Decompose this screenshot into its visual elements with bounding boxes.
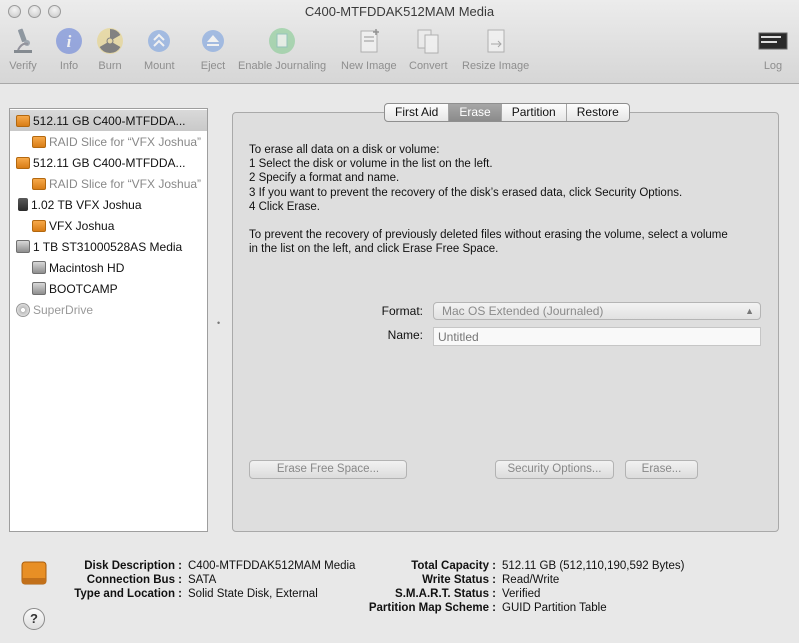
instruction-line: 3 If you want to prevent the recovery of… (249, 186, 683, 199)
instruction-line: 4 Click Erase. (249, 200, 320, 213)
details-right-keys: Total Capacity : Write Status : S.M.A.R.… (350, 559, 496, 617)
raid-icon (18, 198, 28, 211)
eject-label: Eject (200, 60, 226, 72)
info-button[interactable]: i Info (54, 26, 84, 76)
orange-disk-icon (32, 177, 46, 190)
details-left-values: C400-MTFDDAK512MAM Media SATA Solid Stat… (188, 559, 368, 603)
convert-icon (417, 29, 439, 54)
detail-value: Read/Write (502, 574, 560, 586)
erase-button[interactable]: Erase... (625, 460, 698, 479)
split-view-handle[interactable]: • (217, 318, 220, 328)
detail-key: Connection Bus : (86, 574, 182, 586)
sidebar-item-raid-slice-2[interactable]: RAID Slice for “VFX Joshua” (10, 173, 207, 194)
sidebar-item-macintosh-hd[interactable]: Macintosh HD (10, 257, 207, 278)
detail-value: GUID Partition Table (502, 602, 607, 614)
name-field[interactable] (433, 327, 761, 346)
svg-text:i: i (67, 32, 72, 51)
detail-value: Solid State Disk, External (188, 588, 318, 600)
mount-button[interactable]: Mount (144, 26, 175, 76)
format-select[interactable]: Mac OS Extended (Journaled) ▲ (433, 302, 761, 320)
detail-key: Write Status : (422, 574, 496, 586)
convert-button[interactable]: Convert (409, 26, 448, 76)
erase-free-space-button[interactable]: Erase Free Space... (249, 460, 407, 479)
erase-pane: To erase all data on a disk or volume: 1… (232, 112, 779, 532)
selected-disk-icon (21, 561, 47, 585)
sidebar-item-raid-slice-1[interactable]: RAID Slice for “VFX Joshua” (10, 131, 207, 152)
new-image-button[interactable]: New Image (341, 26, 397, 76)
erase-instructions: To erase all data on a disk or volume: 1… (249, 143, 728, 256)
sidebar-item-raid-set[interactable]: 1.02 TB VFX Joshua (10, 194, 207, 215)
disk-list-sidebar[interactable]: 512.11 GB C400-MTFDDA... RAID Slice for … (9, 108, 208, 532)
mount-label: Mount (144, 60, 175, 72)
sidebar-item-disk1[interactable]: 512.11 GB C400-MTFDDA... (10, 110, 207, 131)
enable-journaling-button[interactable]: Enable Journaling (238, 26, 326, 76)
free-space-text: in the list on the left, and click Erase… (249, 243, 499, 256)
sidebar-item-vfx-joshua[interactable]: VFX Joshua (10, 215, 207, 236)
microscope-icon (14, 28, 32, 53)
orange-disk-icon (32, 135, 46, 148)
burn-label: Burn (98, 60, 122, 72)
details-right-values: 512.11 GB (512,110,190,592 Bytes) Read/W… (502, 559, 732, 617)
sidebar-item-disk2[interactable]: 512.11 GB C400-MTFDDA... (10, 152, 207, 173)
internal-disk-icon (16, 240, 30, 253)
tab-partition[interactable]: Partition (502, 104, 567, 121)
free-space-text: To prevent the recovery of previously de… (249, 229, 728, 242)
orange-disk-icon (32, 219, 46, 232)
new-image-icon (360, 29, 379, 53)
detail-key: Total Capacity : (411, 560, 496, 572)
info-icon: i (56, 28, 82, 54)
format-select-value: Mac OS Extended (Journaled) (442, 304, 604, 318)
detail-key: Type and Location : (74, 588, 182, 600)
detail-value: SATA (188, 574, 217, 586)
detail-key: S.M.A.R.T. Status : (395, 588, 496, 600)
enable-journaling-label: Enable Journaling (238, 60, 327, 72)
log-console-icon (758, 32, 788, 50)
tab-bar: First Aid Erase Partition Restore (384, 103, 630, 122)
journaling-icon (269, 28, 296, 54)
format-label: Format: (381, 304, 423, 318)
info-label: Info (59, 60, 79, 72)
orange-disk-icon (16, 114, 30, 127)
details-left-keys: Disk Description : Connection Bus : Type… (52, 559, 182, 603)
new-image-label: New Image (341, 60, 397, 72)
instruction-line: 2 Specify a format and name. (249, 172, 400, 185)
eject-icon (202, 30, 224, 52)
security-options-button[interactable]: Security Options... (495, 460, 614, 479)
help-button[interactable]: ? (23, 608, 45, 630)
detail-value: C400-MTFDDAK512MAM Media (188, 560, 356, 572)
resize-image-icon (487, 29, 505, 53)
log-button[interactable]: Log (758, 26, 788, 76)
internal-disk-icon (32, 282, 46, 295)
internal-disk-icon (32, 261, 46, 274)
tab-first-aid[interactable]: First Aid (385, 104, 450, 121)
verify-button[interactable]: Verify (8, 26, 38, 76)
instruction-line: 1 Select the disk or volume in the list … (249, 158, 493, 171)
detail-key: Partition Map Scheme : (368, 602, 496, 614)
tab-restore[interactable]: Restore (567, 104, 629, 121)
resize-image-label: Resize Image (462, 60, 530, 72)
log-label: Log (763, 60, 783, 72)
burn-button[interactable]: Burn (95, 26, 125, 76)
eject-button[interactable]: Eject (198, 26, 228, 76)
detail-value: 512.11 GB (512,110,190,592 Bytes) (502, 560, 685, 572)
title-bar: C400-MTFDDAK512MAM Media Verify i Info B… (0, 0, 799, 84)
tab-erase[interactable]: Erase (449, 104, 502, 121)
window-title: C400-MTFDDAK512MAM Media (304, 4, 495, 19)
select-arrows-icon: ▲ (745, 306, 754, 316)
sidebar-item-bootcamp[interactable]: BOOTCAMP (10, 278, 207, 299)
orange-disk-icon (16, 156, 30, 169)
toolbar: Verify i Info Burn Mount Eject Enable Jo… (0, 26, 799, 76)
convert-label: Convert (409, 60, 448, 72)
optical-drive-icon (16, 302, 30, 317)
name-label: Name: (387, 328, 423, 342)
burn-radiation-icon (97, 28, 123, 54)
resize-image-button[interactable]: Resize Image (462, 26, 529, 76)
detail-key: Disk Description : (84, 560, 182, 572)
sidebar-item-superdrive[interactable]: SuperDrive (10, 299, 207, 320)
verify-label: Verify (9, 60, 37, 72)
instruction-line: To erase all data on a disk or volume: (249, 144, 440, 156)
mount-icon (148, 30, 171, 52)
sidebar-item-st31000528as[interactable]: 1 TB ST31000528AS Media (10, 236, 207, 257)
detail-value: Verified (502, 588, 541, 600)
